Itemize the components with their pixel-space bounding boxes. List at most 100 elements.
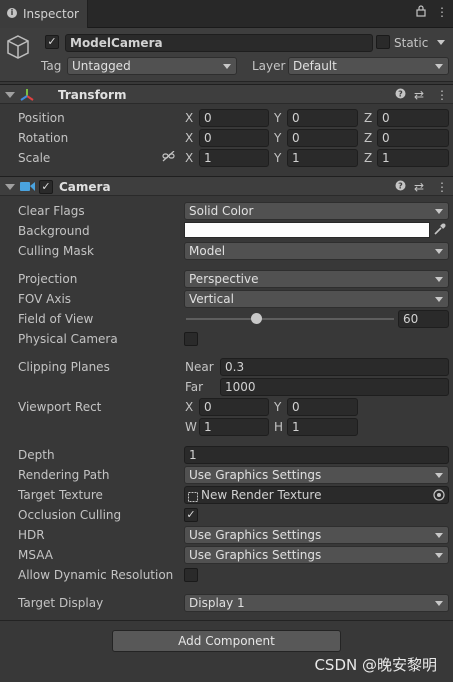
clear-flags-dropdown[interactable]: Solid Color [184,202,449,220]
culling-mask-value: Model [189,244,226,258]
help-icon[interactable]: ? [395,88,406,102]
axis-y-label: Y [274,131,282,145]
static-checkbox[interactable] [376,35,390,49]
tag-value: Untagged [72,59,131,73]
preset-icon[interactable]: ⇄ [414,88,424,102]
eyedropper-icon[interactable] [433,222,447,239]
menu-dots-icon[interactable]: ⋮ [436,88,448,102]
position-y-field[interactable]: 0 [287,109,358,127]
object-name-field[interactable]: ModelCamera [65,34,373,52]
rendering-path-value: Use Graphics Settings [189,468,322,482]
watermark: CSDN @晚安黎明 [314,656,437,674]
position-x-field[interactable]: 0 [199,109,269,127]
rendering-path-label: Rendering Path [18,468,110,482]
occlusion-culling-label: Occlusion Culling [18,508,122,522]
axis-y-label: Y [274,400,282,414]
axis-x-label: X [185,400,194,414]
camera-header[interactable]: ✓ Camera ? ⇄ ⋮ [0,176,453,196]
projection-dropdown[interactable]: Perspective [184,270,449,288]
preset-icon[interactable]: ⇄ [414,180,424,194]
background-label: Background [18,224,90,238]
rotation-label: Rotation [18,131,69,145]
position-label: Position [18,111,65,125]
msaa-dropdown[interactable]: Use Graphics Settings [184,546,449,564]
far-field[interactable]: 1000 [220,378,449,396]
tab-inspector[interactable]: i Inspector [0,0,88,28]
tab-bar: i Inspector ⋮ [0,0,453,28]
transform-header[interactable]: Transform ? ⇄ ⋮ [0,84,453,104]
target-display-dropdown[interactable]: Display 1 [184,594,449,612]
viewport-h-field[interactable]: 1 [287,418,358,436]
far-label: Far [185,380,204,394]
scale-x-field[interactable]: 1 [199,149,269,167]
depth-label: Depth [18,448,55,462]
field-of-view-label: Field of View [18,312,94,326]
camera-icon [20,182,35,191]
target-texture-field[interactable]: New Render Texture [184,486,449,504]
viewport-x-field[interactable]: 0 [199,398,269,416]
axis-y-label: Y [274,151,282,165]
rotation-z-field[interactable]: 0 [377,129,449,147]
cube-icon [7,35,29,59]
clipping-planes-label: Clipping Planes [18,360,110,374]
scale-label: Scale [18,151,51,165]
axis-y-label: Y [274,111,282,125]
menu-dots-icon[interactable]: ⋮ [436,5,448,19]
add-component-button[interactable]: Add Component [112,630,341,652]
fov-slider-track[interactable] [186,318,394,320]
rotation-y-field[interactable]: 0 [287,129,358,147]
target-texture-label: Target Texture [18,488,103,502]
allow-dynamic-resolution-label: Allow Dynamic Resolution [18,568,174,582]
hdr-label: HDR [18,528,45,542]
fov-axis-value: Vertical [189,292,234,306]
foldout-arrow-icon[interactable] [5,184,15,190]
projection-value: Perspective [189,272,259,286]
foldout-arrow-icon[interactable] [5,92,15,98]
hdr-dropdown[interactable]: Use Graphics Settings [184,526,449,544]
position-z-field[interactable]: 0 [377,109,449,127]
object-picker-icon[interactable] [433,489,445,503]
tag-label: Tag [41,59,62,73]
viewport-w-field[interactable]: 1 [199,418,269,436]
camera-enabled-checkbox[interactable]: ✓ [39,180,53,194]
axis-x-label: X [185,111,194,125]
fov-value-field[interactable]: 60 [398,310,449,328]
rotation-x-field[interactable]: 0 [199,129,269,147]
allow-dynamic-resolution-checkbox[interactable] [184,568,198,582]
svg-text:?: ? [398,90,403,99]
tag-dropdown[interactable]: Untagged [67,57,237,75]
fov-axis-label: FOV Axis [18,292,72,306]
static-dropdown[interactable] [434,34,450,52]
axis-z-label: Z [364,131,373,145]
near-field[interactable]: 0.3 [220,358,449,376]
axis-x-label: X [185,131,194,145]
background-color-swatch[interactable] [184,222,430,238]
layer-label: Layer [252,59,286,73]
depth-field[interactable]: 1 [184,446,449,464]
scale-z-field[interactable]: 1 [377,149,449,167]
viewport-y-field[interactable]: 0 [287,398,358,416]
help-icon[interactable]: ? [395,180,406,194]
physical-camera-checkbox[interactable] [184,332,198,346]
projection-label: Projection [18,272,78,286]
layer-dropdown[interactable]: Default [288,57,449,75]
fov-axis-dropdown[interactable]: Vertical [184,290,449,308]
active-checkbox[interactable]: ✓ [45,35,59,49]
msaa-value: Use Graphics Settings [189,548,322,562]
fov-slider-thumb[interactable] [251,313,262,324]
axis-x-label: X [185,151,194,165]
viewport-rect-label: Viewport Rect [18,400,102,414]
target-display-label: Target Display [18,596,104,610]
lock-icon[interactable] [416,5,426,20]
culling-mask-dropdown[interactable]: Model [184,242,449,260]
axis-h-label: H [274,420,284,434]
divider [0,620,453,621]
menu-dots-icon[interactable]: ⋮ [436,180,448,194]
rendering-path-dropdown[interactable]: Use Graphics Settings [184,466,449,484]
scale-y-field[interactable]: 1 [287,149,358,167]
link-icon[interactable] [162,150,175,165]
physical-camera-label: Physical Camera [18,332,118,346]
occlusion-culling-checkbox[interactable]: ✓ [184,508,198,522]
clear-flags-label: Clear Flags [18,204,85,218]
axis-z-label: Z [364,151,373,165]
